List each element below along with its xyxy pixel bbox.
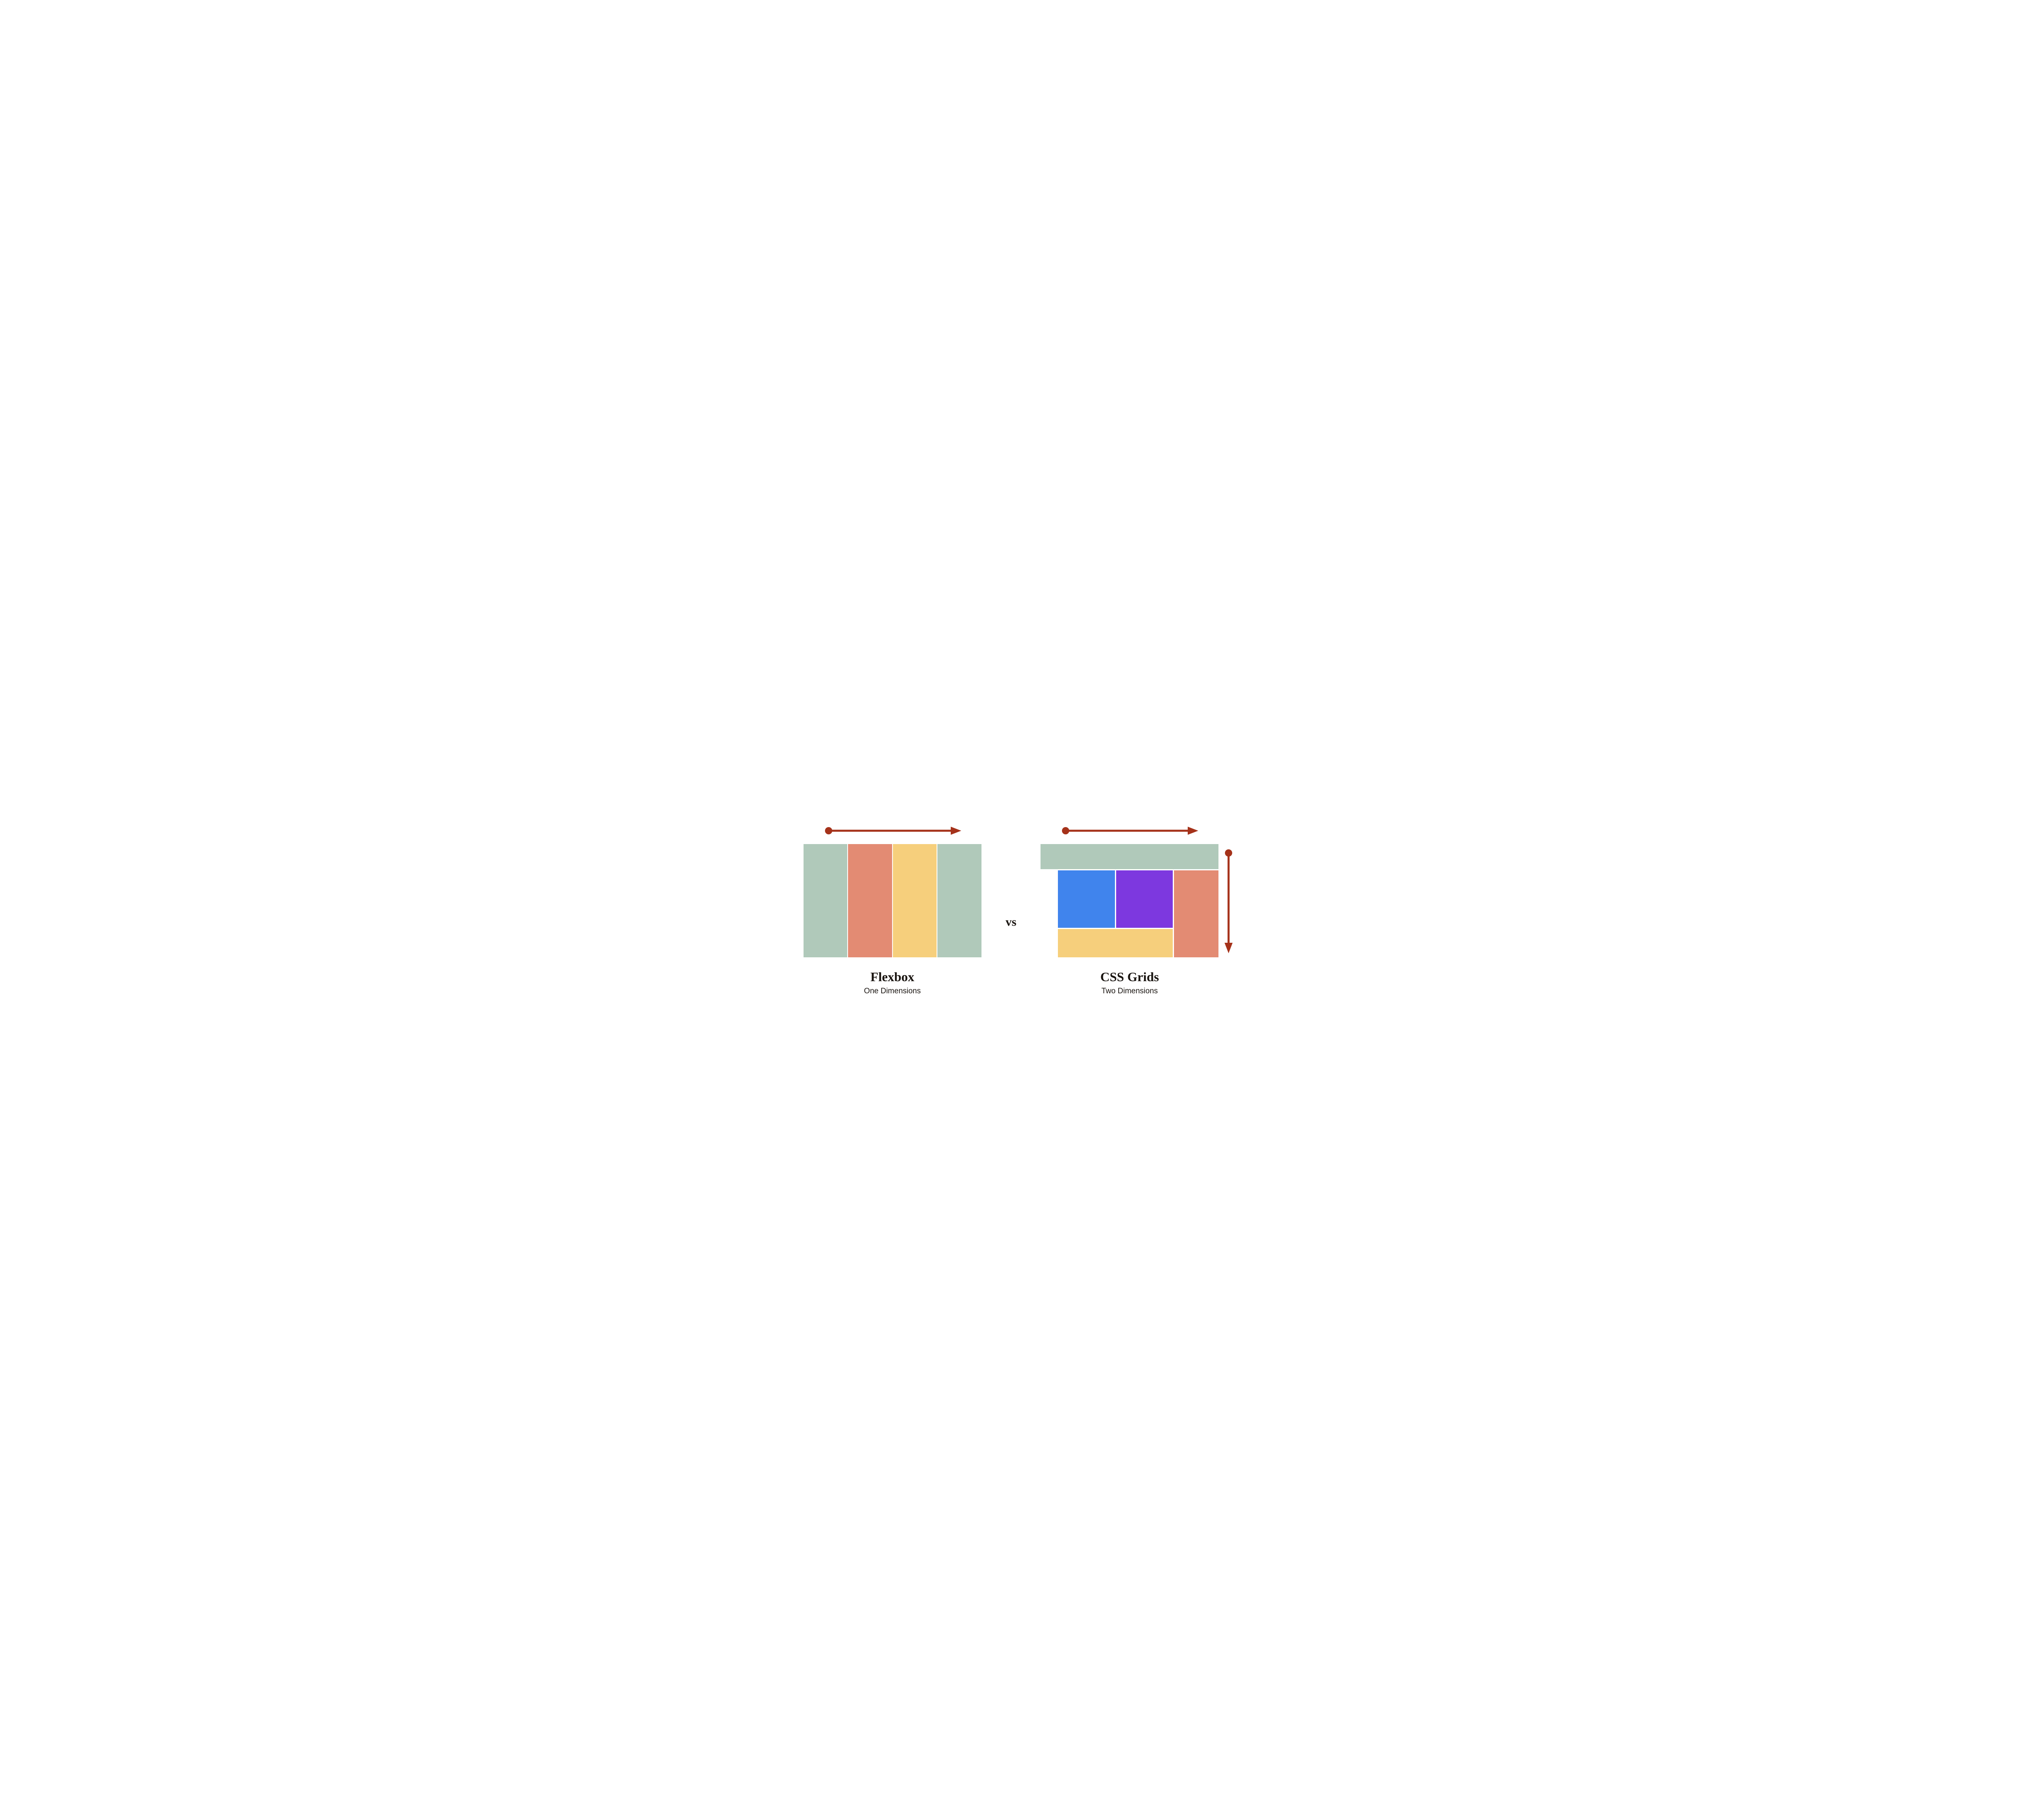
grid-header [1041,844,1218,869]
grid-cell-blue [1058,870,1115,928]
flexbox-title: Flexbox [864,969,920,984]
horizontal-arrow-icon [1061,825,1198,837]
horizontal-arrow-icon [824,825,961,837]
grid-footer [1058,929,1173,957]
vertical-arrow-icon [1223,848,1235,953]
grid-wrap [1041,844,1218,957]
grid-panel-body [1041,825,1218,957]
grid-cell-right [1174,870,1218,957]
grid-title: CSS Grids [1100,969,1159,984]
flexbox-panel-body [804,825,981,957]
grid-left-gutter [1041,870,1057,957]
flexbox-demo [804,844,981,957]
grid-demo [1041,844,1218,957]
grid-labels: CSS Grids Two Dimensions [1100,969,1159,996]
grid-subtitle: Two Dimensions [1100,987,1159,996]
grid-cell-purple [1116,870,1173,928]
flex-column [937,844,981,957]
flexbox-labels: Flexbox One Dimensions [864,969,920,996]
flex-column [804,844,848,957]
vs-label: vs [1006,915,1017,929]
flexbox-panel: Flexbox One Dimensions [804,825,981,996]
grid-panel: CSS Grids Two Dimensions [1041,825,1218,996]
flex-column [893,844,937,957]
flex-column [848,844,892,957]
flexbox-subtitle: One Dimensions [864,987,920,996]
diagram-container: Flexbox One Dimensions vs [787,808,1235,1012]
